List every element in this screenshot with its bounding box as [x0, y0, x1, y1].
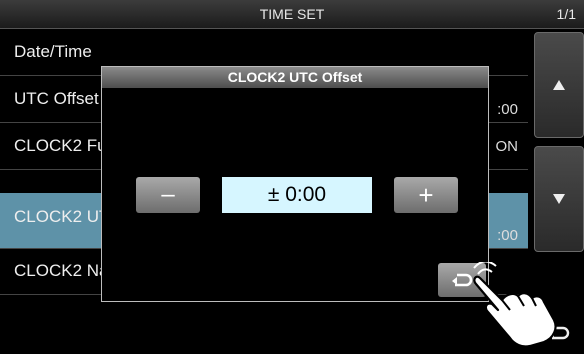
utc-offset-dialog: CLOCK2 UTC Offset – ± 0:00 + — [101, 66, 489, 302]
dialog-title: CLOCK2 UTC Offset — [102, 67, 488, 88]
scroll-down-button[interactable] — [534, 146, 584, 252]
increment-button[interactable]: + — [394, 177, 458, 213]
triangle-up-icon — [553, 80, 565, 90]
screen-title: TIME SET — [259, 6, 325, 22]
offset-value: ± 0:00 — [267, 183, 327, 206]
scroll-up-button[interactable] — [534, 32, 584, 138]
list-item-value: ON — [495, 138, 519, 155]
minus-label: – — [161, 181, 175, 208]
hand-pointer-icon — [473, 262, 557, 346]
offset-value-display: ± 0:00 — [222, 177, 372, 213]
list-item-label: Date/Time — [14, 42, 92, 61]
list-item-label: UTC Offset — [14, 89, 99, 108]
plus-label: + — [418, 179, 434, 210]
list-item-value: :00 — [497, 101, 518, 118]
page-indicator: 1/1 — [556, 6, 576, 22]
title-bar: TIME SET 1/1 — [0, 0, 584, 29]
list-item-value: :00 — [497, 227, 518, 244]
decrement-button[interactable]: – — [136, 177, 200, 213]
triangle-down-icon — [553, 194, 565, 204]
